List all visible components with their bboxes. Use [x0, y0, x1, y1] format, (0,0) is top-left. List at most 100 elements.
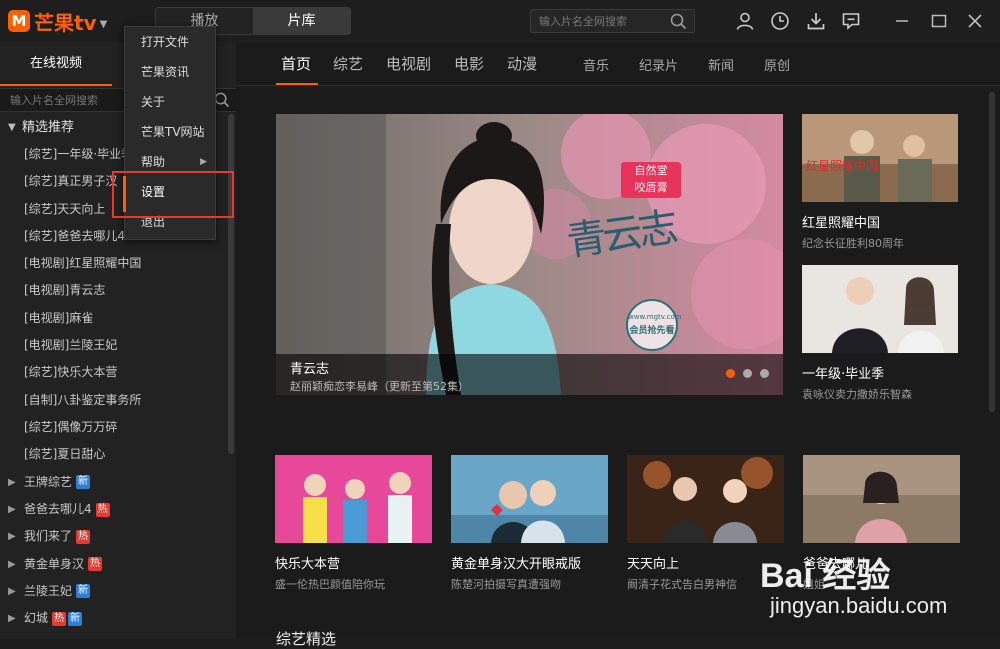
app-logo[interactable]: M 芒果tv ▼ [8, 8, 108, 35]
card-thumbnail [451, 455, 608, 543]
category-label: 我们来了 [24, 529, 73, 544]
video-card[interactable]: 黄金单身汉大开眼戒版 陈楚河拍摄写真遭强吻 [451, 455, 608, 592]
category-row[interactable]: ▶ 兰陵王妃 新 [0, 578, 228, 605]
chevron-down-icon[interactable]: ▼ [100, 19, 108, 30]
top-search-input[interactable] [537, 13, 667, 30]
close-icon[interactable] [965, 11, 985, 31]
category-nav: 首页 综艺 电视剧 电影 动漫 音乐 纪录片 新闻 原创 [236, 42, 1000, 86]
new-badge: 新 [68, 611, 83, 626]
promo-card[interactable]: 红星照耀中国 红星照耀中国 纪念长征胜利80周年 [802, 114, 958, 251]
sidebar-item[interactable]: [自制]八卦鉴定事务所 [0, 387, 228, 414]
message-icon[interactable] [841, 11, 861, 31]
chevron-right-icon: ▶ [8, 558, 16, 570]
tab-anime[interactable]: 动漫 [507, 53, 537, 74]
sidebar-item[interactable]: [综艺]偶像万万碎 [0, 414, 228, 441]
stamp-site: www.mgtv.com [628, 313, 682, 321]
tab-online-video[interactable]: 在线视频 [0, 42, 112, 86]
new-badge: 新 [76, 475, 91, 490]
category-label: 黄金单身汉 [24, 556, 85, 571]
menu-item-website[interactable]: 芒果TV网站 [125, 117, 215, 147]
category-row[interactable]: ▶ 幻城 热 新 [0, 605, 228, 632]
card-subtitle: 袁咏仪卖力撒娇乐智森 [802, 388, 912, 401]
hero-image [276, 114, 783, 395]
category-label: 爸爸去哪儿4 [24, 502, 92, 516]
sidebar-item[interactable]: [综艺]快乐大本营 [0, 359, 228, 386]
tab-news[interactable]: 新闻 [708, 55, 734, 74]
video-card[interactable]: 快乐大本营 盛一伦热巴颜值陪你玩 [275, 455, 432, 592]
menu-item-label: 芒果TV网站 [141, 125, 205, 139]
carousel-dot[interactable] [760, 369, 769, 378]
active-tab-indicator [0, 84, 112, 86]
menu-item-label: 帮助 [141, 155, 166, 169]
baidu-jingyan-logo: Bai 经验 [760, 557, 891, 595]
card-subtitle: 盛一伦热巴颜值陪你玩 [275, 578, 385, 591]
sidebar-scrollbar[interactable] [228, 114, 234, 454]
sponsor-line: 咬唇膏 [634, 181, 668, 194]
hero-subtitle: 赵丽颖痴恋李易峰（更新至第52集） [290, 380, 469, 393]
sidebar-item[interactable]: [电视剧]红星照耀中国 [0, 250, 228, 277]
tab-tv-series[interactable]: 电视剧 [386, 53, 431, 74]
mango-logo-icon: M [8, 10, 30, 32]
hot-badge: 热 [95, 502, 110, 517]
tab-documentary[interactable]: 纪录片 [639, 55, 678, 74]
new-badge: 新 [76, 584, 91, 599]
category-row[interactable]: ▶ 我们来了 热 [0, 523, 228, 550]
card-subtitle: 纪念长征胜利80周年 [802, 237, 904, 250]
hero-caption: 青云志 赵丽颖痴恋李易峰（更新至第52集） [276, 354, 783, 395]
carousel-dots [726, 369, 769, 378]
sidebar-item[interactable]: [电视剧]青云志 [0, 277, 228, 304]
top-search-box [530, 9, 695, 33]
menu-item-about[interactable]: 关于 [125, 87, 215, 117]
chevron-down-icon: ▼ [8, 122, 16, 133]
minimize-icon[interactable] [892, 11, 912, 31]
user-icon[interactable] [735, 11, 755, 31]
tab-movies[interactable]: 电影 [454, 53, 484, 74]
active-tab-indicator [276, 83, 318, 85]
category-row[interactable]: ▶ 王牌综艺 新 [0, 469, 228, 496]
chevron-right-icon: ▶ [8, 613, 16, 625]
sponsor-badge: 自然堂 咬唇膏 [621, 162, 681, 198]
chevron-right-icon: ▶ [8, 531, 16, 543]
member-stamp: www.mgtv.com 会员抢先看 [626, 299, 682, 351]
menu-item-open-file[interactable]: 打开文件 [125, 27, 215, 57]
tab-music[interactable]: 音乐 [583, 55, 609, 74]
sidebar-search-input[interactable] [8, 92, 118, 109]
category-row[interactable]: ▶ 黄金单身汉 热 [0, 550, 228, 577]
search-icon[interactable] [214, 92, 230, 112]
category-label: 幻城 [24, 611, 49, 626]
search-icon[interactable] [670, 13, 687, 34]
card-thumbnail [627, 455, 784, 543]
carousel-dot[interactable] [726, 369, 735, 378]
promo-card[interactable]: 一年级·毕业季 袁咏仪卖力撒娇乐智森 [802, 265, 958, 402]
history-icon[interactable] [770, 11, 790, 31]
sidebar-item[interactable]: [电视剧]兰陵王妃 [0, 332, 228, 359]
tab-variety[interactable]: 综艺 [333, 53, 363, 74]
tab-home[interactable]: 首页 [281, 53, 311, 74]
card-thumbnail [275, 455, 432, 543]
menu-item-news[interactable]: 芒果资讯 [125, 57, 215, 87]
highlight-annotation-box [112, 171, 234, 218]
carousel-dot[interactable] [743, 369, 752, 378]
hero-banner[interactable]: 自然堂 咬唇膏 青云志 www.mgtv.com 会员抢先看 青云志 赵丽颖痴恋… [276, 114, 783, 395]
chevron-right-icon: ▶ [8, 504, 16, 515]
hero-title: 青云志 [290, 362, 330, 377]
chevron-right-icon: ▶ [8, 585, 16, 597]
card-subtitle: 陈楚河拍摄写真遭强吻 [451, 578, 561, 591]
tab-original[interactable]: 原创 [764, 55, 790, 74]
stamp-text: 会员抢先看 [629, 326, 675, 336]
tab-library[interactable]: 片库 [253, 8, 350, 34]
maximize-icon[interactable] [929, 11, 949, 31]
hot-badge: 热 [76, 529, 91, 544]
hot-badge: 热 [88, 557, 103, 572]
card-thumbnail: 红星照耀中国 [802, 114, 958, 202]
sidebar-item[interactable]: [电视剧]麻雀 [0, 305, 228, 332]
card-title: 快乐大本营 [275, 557, 341, 572]
download-icon[interactable] [806, 11, 826, 31]
chevron-right-icon: ▶ [8, 476, 16, 488]
sidebar-item[interactable]: [综艺]夏日甜心 [0, 441, 228, 468]
main-scrollbar[interactable] [989, 92, 995, 412]
card-art-text: 红星照耀中国 [806, 158, 878, 173]
hot-badge: 热 [52, 611, 67, 626]
card-title: 红星照耀中国 [802, 216, 881, 231]
category-row[interactable]: ▶ 爸爸去哪儿4 热 [0, 496, 228, 523]
